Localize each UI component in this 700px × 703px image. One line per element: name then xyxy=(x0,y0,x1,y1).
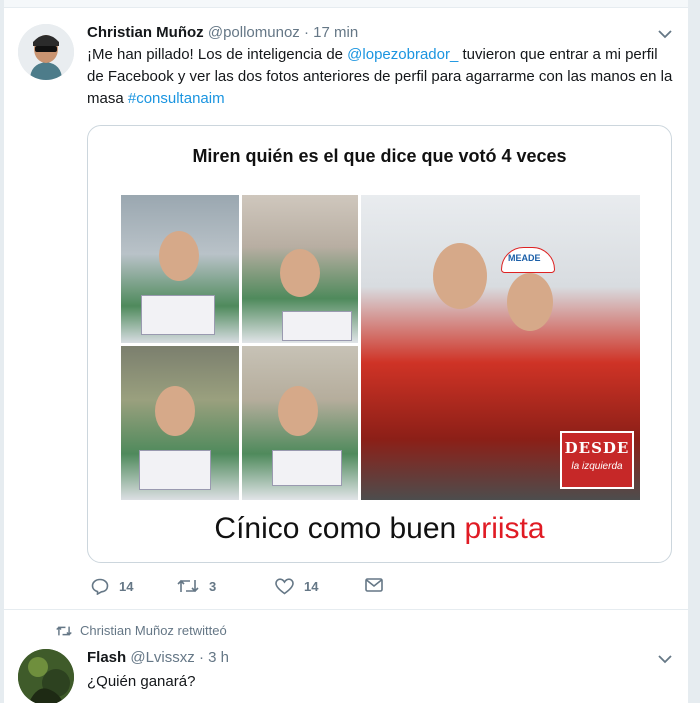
badge-title: DESDE xyxy=(564,439,630,457)
avatar[interactable] xyxy=(18,24,74,80)
tweet-header: Flash @Lvissxz · 3 h xyxy=(87,649,229,666)
tweet-timestamp[interactable]: 17 min xyxy=(313,24,358,41)
reply-icon xyxy=(91,578,109,595)
hashtag-link[interactable]: #consultanaim xyxy=(128,90,225,107)
tweet-text: ¡Me han pillado! Los de inteligencia de … xyxy=(87,44,677,110)
caret-down-icon[interactable] xyxy=(658,26,672,42)
photo-selfie-3 xyxy=(121,346,239,500)
author-name[interactable]: Flash xyxy=(87,649,126,666)
like-icon xyxy=(275,578,294,595)
like-button[interactable]: 14 xyxy=(275,578,318,595)
separator-dot: · xyxy=(198,649,204,666)
face xyxy=(507,273,553,331)
tweet-timestamp[interactable]: 3 h xyxy=(208,649,229,666)
retweet-context-text[interactable]: Christian Muñoz retwitteó xyxy=(80,623,227,638)
author-handle[interactable]: @pollomunoz xyxy=(208,24,300,41)
tweet-actions: 14 3 14 xyxy=(87,578,407,602)
watermark-badge: DESDE la izquierda xyxy=(560,431,634,489)
ballot-paper xyxy=(141,295,215,335)
tweet-text-part: ¡Me han pillado! Los de inteligencia de xyxy=(87,46,348,63)
retweet-count: 3 xyxy=(209,578,217,594)
caption-highlight: priista xyxy=(464,512,545,545)
tweet-header: Christian Muñoz @pollomunoz · 17 min xyxy=(87,24,358,41)
tweet[interactable]: Christian Muñoz @pollomunoz · 17 min ¡Me… xyxy=(4,8,688,610)
retweet-button[interactable]: 3 xyxy=(177,578,216,594)
direct-message-button[interactable] xyxy=(365,578,383,592)
timeline-top-edge xyxy=(4,0,688,8)
tweet-text: ¿Quién ganará? xyxy=(87,673,196,690)
avatar[interactable] xyxy=(18,649,74,703)
meme-caption: Cínico como buen priista xyxy=(88,512,671,546)
direct-message-icon xyxy=(365,578,383,592)
author-name[interactable]: Christian Muñoz xyxy=(87,24,204,41)
caret-down-icon[interactable] xyxy=(658,651,672,667)
ballot-paper xyxy=(139,450,211,490)
photo-selfie-2 xyxy=(242,195,358,343)
reply-button[interactable]: 14 xyxy=(91,578,133,595)
face xyxy=(278,386,318,436)
meme-title: Miren quién es el que dice que votó 4 ve… xyxy=(192,146,567,166)
separator-dot: · xyxy=(303,24,309,41)
retweet-icon xyxy=(177,578,199,594)
caption-text: Cínico como buen xyxy=(214,512,465,545)
cap-logo-text: MEADE xyxy=(508,253,541,263)
media-card[interactable]: Miren quién es el que dice que votó 4 ve… xyxy=(87,125,672,563)
page-frame-right xyxy=(688,0,700,703)
photo-selfie-4 xyxy=(242,346,358,500)
author-handle[interactable]: @Lvissxz xyxy=(130,649,194,666)
face xyxy=(155,386,195,436)
face xyxy=(433,243,487,309)
mention-link[interactable]: @lopezobrador_ xyxy=(347,46,458,63)
retweet-context-icon xyxy=(56,625,72,640)
retweet-context: Christian Muñoz retwitteó xyxy=(56,623,227,640)
photo-selfie-1 xyxy=(121,195,239,343)
face xyxy=(159,231,199,281)
tweet[interactable]: Christian Muñoz retwitteó Flash @Lvissxz… xyxy=(4,611,688,703)
ballot-paper xyxy=(272,450,342,486)
face xyxy=(280,249,320,297)
reply-count: 14 xyxy=(119,579,134,594)
ballot-paper xyxy=(282,311,352,341)
like-count: 14 xyxy=(304,579,319,594)
badge-subtitle: la izquierda xyxy=(571,461,623,472)
